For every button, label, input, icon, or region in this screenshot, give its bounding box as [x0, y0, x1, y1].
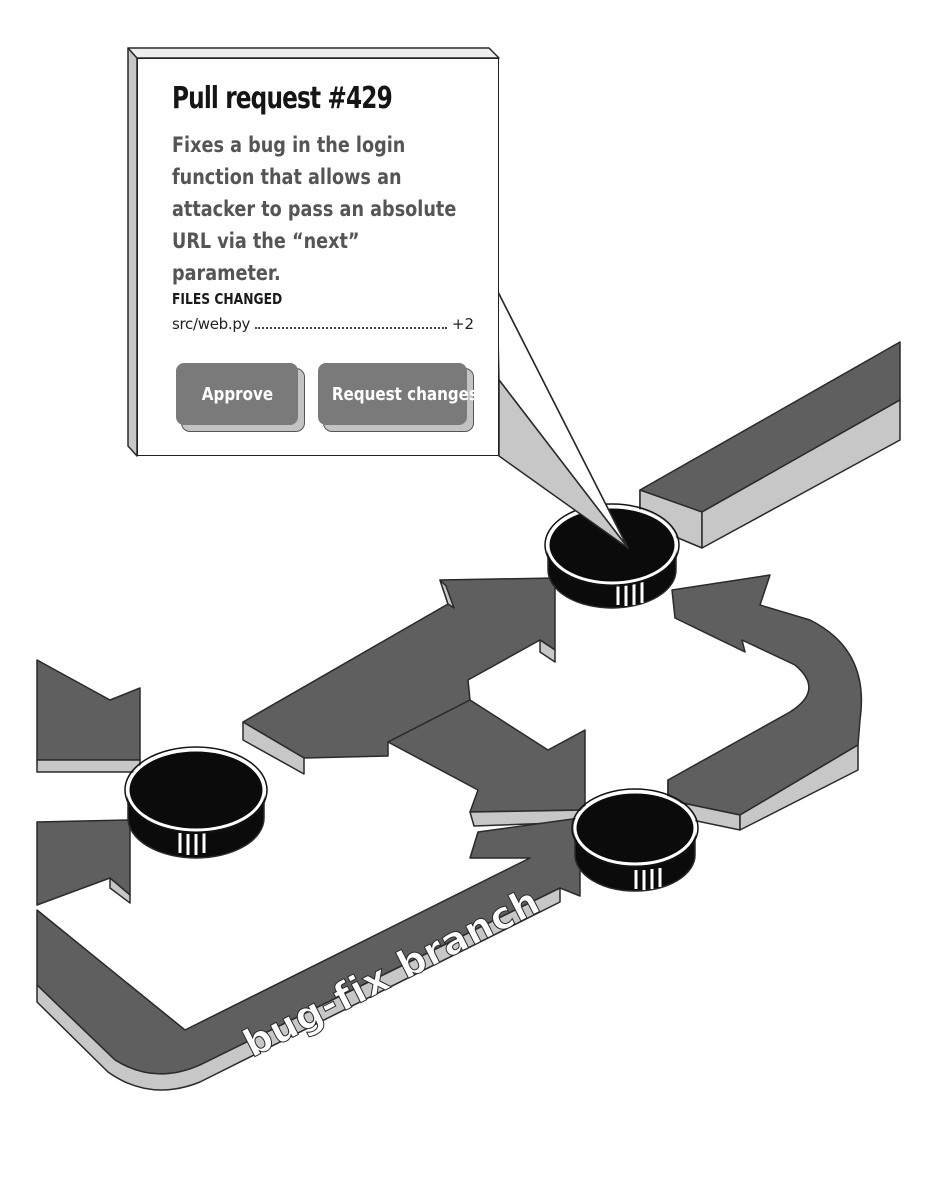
left-incoming-arrow-lower	[36, 819, 131, 906]
files-changed-heading: FILES CHANGED	[172, 290, 283, 308]
request-changes-button[interactable]: Request changes	[318, 363, 478, 425]
dotted-leader	[255, 317, 447, 329]
file-line-delta: +2	[451, 315, 474, 333]
git-flow-illustration: bug-fix branch Pull request #429 Fixes a…	[0, 0, 943, 1172]
pr-title: Pull request #429	[172, 81, 393, 116]
branch-label: bug-fix branch	[236, 878, 547, 1066]
file-name: src/web.py	[172, 315, 251, 333]
request-changes-label: Request changes	[331, 383, 478, 405]
pr-description: Fixes a bug in the login function that a…	[172, 133, 457, 285]
approve-button[interactable]: Approve	[176, 363, 298, 425]
commit-node-bugfix	[571, 788, 699, 892]
left-incoming-arrow-upper	[36, 659, 141, 773]
main-branch-path	[639, 341, 901, 549]
approve-label: Approve	[201, 383, 273, 405]
callout-pointer	[496, 289, 629, 549]
return-arrow-to-main	[667, 574, 863, 831]
file-list-item[interactable]: src/web.py +2	[172, 315, 474, 337]
pull-request-card: Pull request #429 Fixes a bug in the log…	[137, 58, 499, 456]
commit-node-left	[124, 746, 268, 859]
